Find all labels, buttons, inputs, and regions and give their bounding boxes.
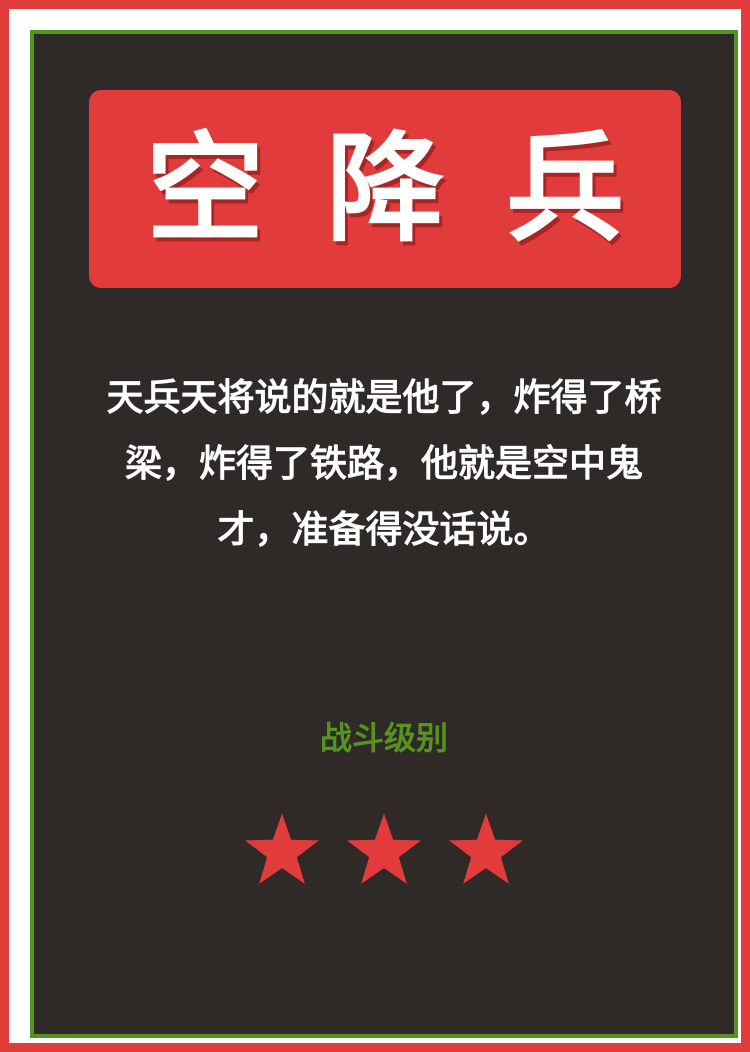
card-panel: 空降兵 天兵天将说的就是他了，炸得了桥梁，炸得了铁路，他就是空中鬼才，准备得没话… <box>30 30 738 1038</box>
star-icon <box>345 812 423 886</box>
outer-red-border: 空降兵 天兵天将说的就是他了，炸得了桥梁，炸得了铁路，他就是空中鬼才，准备得没话… <box>0 0 750 1052</box>
star-icon <box>243 812 321 886</box>
star-icon <box>447 812 525 886</box>
combat-level-label: 战斗级别 <box>319 719 448 757</box>
title-banner: 空降兵 <box>89 90 681 288</box>
card-description: 天兵天将说的就是他了，炸得了桥梁，炸得了铁路，他就是空中鬼才，准备得没话说。 <box>106 375 662 551</box>
combat-level-stars <box>34 812 734 886</box>
card-title: 空降兵 <box>145 120 686 258</box>
